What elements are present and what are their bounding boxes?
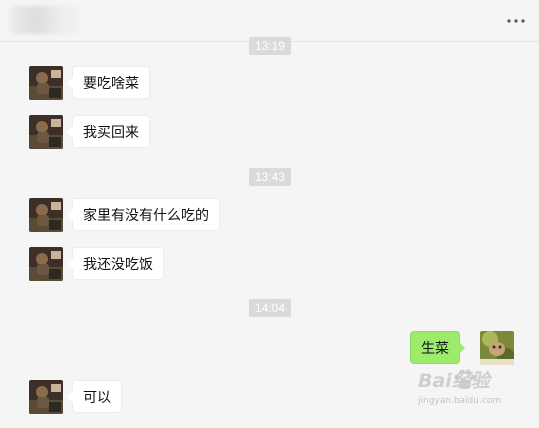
- chat-title: [10, 6, 80, 34]
- contact-avatar[interactable]: [29, 198, 63, 232]
- watermark-url: jingyan.baidu.com: [418, 396, 502, 406]
- watermark-logo: Bai经验: [418, 370, 490, 392]
- contact-avatar[interactable]: [29, 247, 63, 281]
- message-bubble: 我买回来: [67, 115, 150, 148]
- contact-avatar[interactable]: [29, 66, 63, 100]
- message-bubble: 可以: [67, 380, 122, 413]
- chat-header: [0, 0, 539, 42]
- message-bubble: 我还没吃饭: [67, 247, 164, 280]
- chat-window: 13:19 要吃啥菜 我买回来 13:43 家里有没有什么吃的 我还没吃饭 14…: [0, 0, 539, 428]
- message-bubble: 家里有没有什么吃的: [67, 198, 220, 231]
- timestamp: 13:43: [249, 168, 292, 186]
- timestamp: 13:19: [249, 37, 292, 55]
- paw-icon: [454, 369, 476, 389]
- more-dots-icon: [507, 19, 525, 23]
- contact-avatar[interactable]: [29, 115, 63, 149]
- self-avatar[interactable]: [480, 331, 514, 365]
- message-bubble-self: 生菜: [410, 331, 465, 364]
- baidu-jingyan-watermark: Bai经验 jingyan.baidu.com: [418, 366, 533, 416]
- message-bubble: 要吃啥菜: [67, 66, 150, 99]
- timestamp: 14:04: [249, 299, 292, 317]
- contact-avatar[interactable]: [29, 380, 63, 414]
- more-options-button[interactable]: [505, 14, 527, 28]
